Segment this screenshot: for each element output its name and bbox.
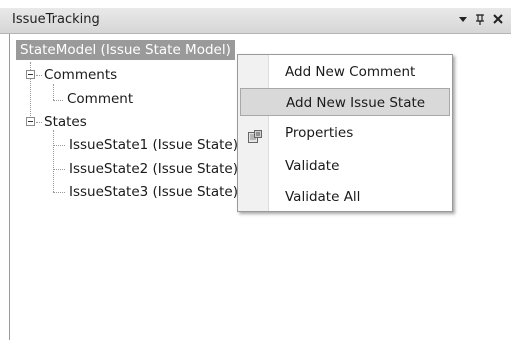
menu-item-label: Validate All xyxy=(285,189,361,205)
window-position-dropdown-icon[interactable] xyxy=(458,12,468,30)
collapse-icon[interactable] xyxy=(26,117,35,126)
tree-node-comment[interactable]: Comment xyxy=(67,90,133,108)
tree-connector-line xyxy=(36,122,42,123)
tree-connector-line xyxy=(53,100,63,101)
panel-title: IssueTracking xyxy=(12,12,100,27)
menu-item-validate-all[interactable]: Validate All xyxy=(240,183,450,211)
tree-connector-line xyxy=(53,192,65,193)
tree-node-issuestate3[interactable]: IssueState3 (Issue State) xyxy=(69,183,238,201)
tree-connector-line xyxy=(36,75,42,76)
menu-item-label: Add New Issue State xyxy=(286,95,426,111)
tree-node-issuestate2[interactable]: IssueState2 (Issue State) xyxy=(69,160,238,178)
menu-item-label: Validate xyxy=(285,158,340,174)
menu-item-add-new-comment[interactable]: Add New Comment xyxy=(240,58,450,86)
tree-connector-line xyxy=(53,130,54,192)
menu-item-validate[interactable]: Validate xyxy=(240,152,450,180)
menu-item-label: Add New Comment xyxy=(285,64,416,80)
tree-connector-line xyxy=(53,84,54,100)
tree-connector-line xyxy=(53,145,65,146)
auto-hide-pin-icon[interactable] xyxy=(475,12,485,30)
menu-item-add-new-issue-state[interactable]: Add New Issue State xyxy=(240,88,450,116)
menu-item-label: Properties xyxy=(285,125,354,141)
menu-item-properties[interactable]: Properties xyxy=(240,119,450,147)
panel-left-border xyxy=(9,34,10,340)
tree-node-comments[interactable]: Comments xyxy=(44,66,117,84)
collapse-icon[interactable] xyxy=(26,70,35,79)
properties-icon xyxy=(248,126,262,143)
tree-connector-line xyxy=(53,169,65,170)
tree-node-states[interactable]: States xyxy=(44,113,87,131)
tree-node-root[interactable]: StateModel (Issue State Model) xyxy=(16,40,235,60)
panel-title-bar: IssueTracking xyxy=(0,8,511,34)
issuetracking-panel: IssueTracking StateModel (Issue State Mo… xyxy=(0,0,511,340)
context-menu: Add New Comment Add New Issue State Prop… xyxy=(237,54,453,212)
close-icon[interactable] xyxy=(492,12,504,30)
tree-node-issuestate1[interactable]: IssueState1 (Issue State) xyxy=(69,136,238,154)
